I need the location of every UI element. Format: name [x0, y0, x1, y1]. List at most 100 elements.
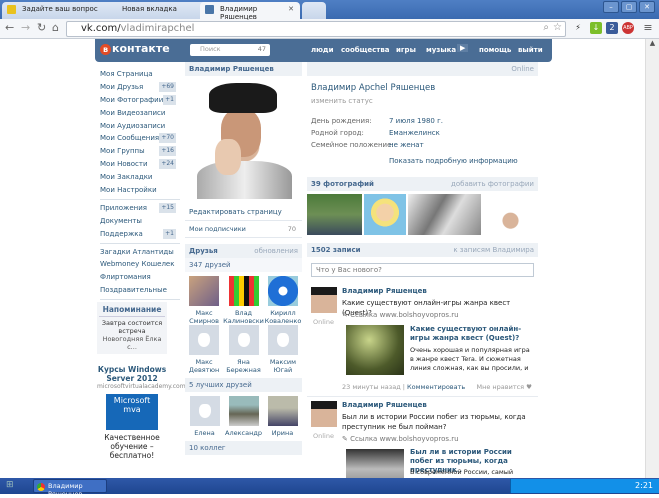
friend-avatar[interactable] [267, 396, 298, 426]
friend-name[interactable]: Влад Калиновски [223, 309, 264, 325]
friend[interactable]: Александр [224, 396, 263, 437]
birthday-value[interactable]: 7 июля 1980 г. [389, 117, 443, 125]
profile-photo[interactable] [187, 81, 300, 199]
forward-icon[interactable]: → [21, 21, 30, 34]
post-avatar[interactable] [311, 287, 337, 313]
maximize-icon[interactable]: ▢ [621, 1, 637, 13]
close-window-icon[interactable]: ✕ [639, 1, 655, 13]
reload-icon[interactable]: ↻ [37, 21, 46, 34]
menu-icon[interactable]: ≡ [642, 22, 654, 34]
start-icon[interactable]: ⊞ [6, 480, 26, 492]
friend[interactable]: Ирина [263, 396, 302, 437]
comment-link[interactable]: Комментировать [407, 383, 465, 391]
back-icon[interactable]: ← [5, 21, 14, 34]
photo-thumb[interactable] [307, 194, 362, 235]
scroll-up-icon[interactable]: ▲ [646, 39, 659, 47]
friend-avatar[interactable] [189, 396, 220, 426]
photos-header[interactable]: 39 фотографий добавить фотографии [307, 177, 538, 191]
nav-music[interactable]: музыка [426, 46, 456, 54]
post-time[interactable]: 23 минуты назад [342, 383, 401, 391]
post-author[interactable]: Владимир Ряшенцев [342, 401, 427, 409]
post-author[interactable]: Владимир Ряшенцев [342, 287, 427, 295]
post-link-image[interactable] [346, 449, 404, 478]
app-link[interactable]: Webmoney Кошелек [100, 258, 180, 271]
zoom-icon[interactable]: ⌕ [543, 22, 549, 33]
wall-post-input[interactable]: Что у Вас нового? [311, 263, 534, 277]
friend-avatar[interactable] [228, 276, 259, 306]
friend-name[interactable]: Макс Смирнов [185, 309, 223, 325]
ad-image[interactable]: Microsoft mva [106, 394, 158, 430]
friend[interactable]: Влад Калиновски [223, 276, 264, 325]
friend[interactable]: Макс Девятюн [185, 325, 223, 374]
best-friends-header[interactable]: 5 лучших друзей [185, 378, 302, 392]
menu-item[interactable]: Мои Сообщения +70 [100, 132, 180, 145]
nav-logout[interactable]: выйти [518, 46, 543, 54]
friends-header[interactable]: Друзья обновления [185, 244, 302, 258]
subscribers-link[interactable]: Мои подписчики 70 [185, 221, 302, 238]
scrollbar[interactable]: ▲ [645, 39, 659, 478]
change-status-link[interactable]: изменить статус [311, 97, 373, 105]
menu-item-counter[interactable]: +24 [159, 159, 176, 170]
search-input[interactable]: Поиск 47 [190, 44, 270, 56]
friend-name[interactable]: Яна Бережная [223, 358, 264, 374]
nav-communities[interactable]: сообщества [341, 46, 390, 54]
post-link-title[interactable]: Какие существуют онлайн-игры жанра квест… [410, 325, 535, 343]
photo-thumb[interactable] [408, 194, 481, 235]
menu-item-counter[interactable]: +15 [159, 202, 176, 213]
menu-item[interactable]: Мои Фотографии +1 [100, 94, 180, 107]
nav-games[interactable]: игры [396, 46, 416, 54]
menu-item-counter[interactable]: +1 [163, 228, 176, 239]
friend-avatar[interactable] [267, 325, 298, 355]
ad-block[interactable]: Курсы Windows Server 2012 microsoftvirtu… [97, 365, 186, 460]
ad-title[interactable]: Курсы Windows Server 2012 [97, 365, 167, 383]
star-icon[interactable]: ☆ [553, 22, 562, 33]
nav-help[interactable]: помощь [479, 46, 511, 54]
menu-item[interactable]: Мои Аудиозаписи [100, 120, 180, 133]
show-more-info-link[interactable]: Показать подробную информацию [389, 157, 518, 165]
friend-name[interactable]: Елена [185, 429, 224, 437]
friend-avatar[interactable] [189, 325, 220, 355]
play-icon[interactable]: ▶ [457, 44, 469, 52]
photo-thumb[interactable] [364, 194, 406, 235]
post-link[interactable]: ✎ Ссылка www.bolshoyvopros.ru [342, 435, 459, 443]
friend-name[interactable]: Ирина [263, 429, 302, 437]
photo-thumb[interactable] [483, 194, 538, 235]
add-photos-link[interactable]: добавить фотографии [451, 177, 534, 191]
vk-logo[interactable]: в контакте [100, 42, 170, 55]
post-avatar[interactable] [311, 401, 337, 427]
app-link[interactable]: Загадки Атлантиды [100, 246, 180, 259]
app-link[interactable]: Флиртомания [100, 271, 180, 284]
reminder-box[interactable]: Напоминание Завтра состоится встреча Нов… [97, 302, 167, 354]
friend-name[interactable]: Александр [224, 429, 263, 437]
address-bar[interactable]: vk.com/vladimirapchel ⌕ ☆ [66, 21, 566, 37]
menu-item[interactable]: Мои Друзья +69 [100, 81, 180, 94]
menu-item[interactable]: Поддержка +1 [100, 228, 180, 241]
friend[interactable]: Кирилл Коваленко [264, 276, 302, 325]
friend-name[interactable]: Кирилл Коваленко [264, 309, 302, 325]
edit-page-link[interactable]: Редактировать страницу [185, 204, 302, 221]
flash-icon[interactable]: ⚡ [572, 22, 584, 34]
menu-item-counter[interactable]: +70 [159, 133, 176, 144]
menu-item[interactable]: Документы [100, 215, 180, 228]
friend-name[interactable]: Макс Девятюн [185, 358, 223, 374]
friend[interactable]: Макс Смирнов [185, 276, 223, 325]
friend[interactable]: Яна Бережная [223, 325, 264, 374]
nav-people[interactable]: люди [311, 46, 334, 54]
extension-icon[interactable]: 2 [606, 22, 618, 34]
menu-item-counter[interactable]: +69 [159, 81, 176, 92]
menu-item[interactable]: Мои Группы +16 [100, 145, 180, 158]
like-button[interactable]: Мне нравится ♥ [476, 383, 532, 391]
friend-avatar[interactable] [267, 276, 298, 306]
wall-link[interactable]: к записям Владимира [453, 243, 534, 257]
menu-item[interactable]: Мои Настройки [100, 184, 180, 197]
menu-item[interactable]: Моя Страница [100, 68, 180, 81]
friend[interactable]: Максим Югай [264, 325, 302, 374]
friend-avatar[interactable] [228, 325, 259, 355]
tab-vk[interactable]: Владимир Ряшенцев ✕ [200, 2, 300, 21]
menu-item-counter[interactable]: +1 [163, 94, 176, 105]
app-link[interactable]: Поздравительные [100, 284, 180, 297]
hometown-value[interactable]: Еманжелинск [389, 129, 440, 137]
post-link-image[interactable] [346, 325, 404, 375]
colleagues-header[interactable]: 10 коллег [185, 441, 302, 455]
friend-avatar[interactable] [189, 276, 220, 306]
